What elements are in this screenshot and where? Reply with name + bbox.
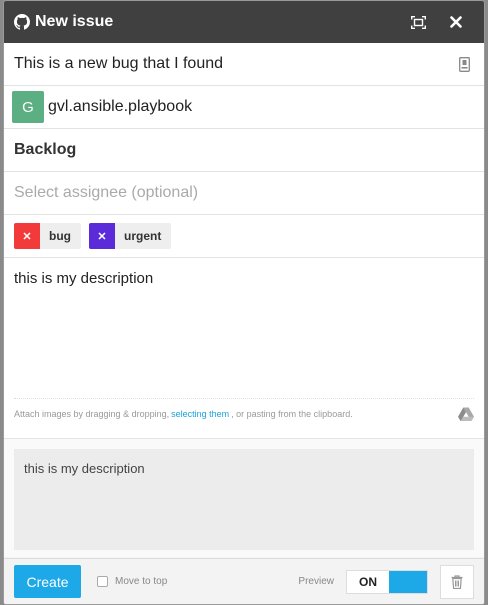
expand-icon[interactable]: [408, 12, 428, 32]
attach-text-before: Attach images by dragging & dropping,: [14, 408, 170, 419]
document-icon[interactable]: [454, 54, 474, 74]
attach-bar: Attach images by dragging & dropping, se…: [14, 398, 474, 428]
description-area: this is my description Attach images by …: [4, 258, 484, 439]
issue-form: G gvl.ansible.playbook Backlog ✕ bug ✕ u…: [4, 43, 484, 439]
repo-avatar: G: [12, 91, 44, 123]
close-icon[interactable]: [446, 12, 466, 32]
labels-row: ✕ bug ✕ urgent: [4, 215, 484, 258]
remove-label-icon[interactable]: ✕: [89, 223, 115, 249]
repo-name: gvl.ansible.playbook: [48, 98, 193, 115]
new-issue-window: New issue G gvl.ansible.playbook Backlog: [3, 0, 485, 605]
toggle-indicator: [389, 570, 427, 593]
label-bug[interactable]: ✕ bug: [14, 223, 81, 249]
repository-selector[interactable]: G gvl.ansible.playbook: [4, 86, 484, 129]
select-files-link[interactable]: selecting them: [171, 409, 229, 419]
window-title: New issue: [35, 13, 114, 30]
footer-bar: Create Move to top Preview ON: [4, 558, 484, 604]
issue-title-input[interactable]: [14, 55, 454, 73]
toggle-label: ON: [359, 574, 377, 589]
title-actions: [408, 12, 474, 32]
description-input[interactable]: this is my description: [14, 270, 474, 390]
assignee-input[interactable]: [14, 184, 474, 202]
description-preview: this is my description: [14, 449, 474, 550]
label-name: urgent: [124, 229, 162, 243]
title-row: [4, 43, 484, 86]
attach-text-after: , or pasting from the clipboard.: [231, 408, 353, 419]
label-urgent[interactable]: ✕ urgent: [89, 223, 172, 249]
checkbox-box[interactable]: [97, 576, 108, 587]
milestone-selector[interactable]: Backlog: [4, 129, 484, 172]
preview-toggle[interactable]: ON: [346, 569, 428, 594]
title-bar: New issue: [4, 1, 484, 43]
github-icon: [14, 14, 30, 30]
move-to-top-label: Move to top: [115, 576, 168, 587]
move-to-top-checkbox[interactable]: Move to top: [97, 576, 167, 587]
remove-label-icon[interactable]: ✕: [14, 223, 40, 249]
create-button[interactable]: Create: [14, 565, 81, 598]
milestone-value: Backlog: [14, 141, 77, 158]
google-drive-icon[interactable]: [458, 406, 474, 422]
label-name: bug: [49, 229, 71, 243]
trash-icon[interactable]: [440, 564, 474, 599]
assignee-row: [4, 172, 484, 215]
preview-label: Preview: [298, 576, 334, 587]
preview-section: this is my description: [4, 439, 484, 557]
